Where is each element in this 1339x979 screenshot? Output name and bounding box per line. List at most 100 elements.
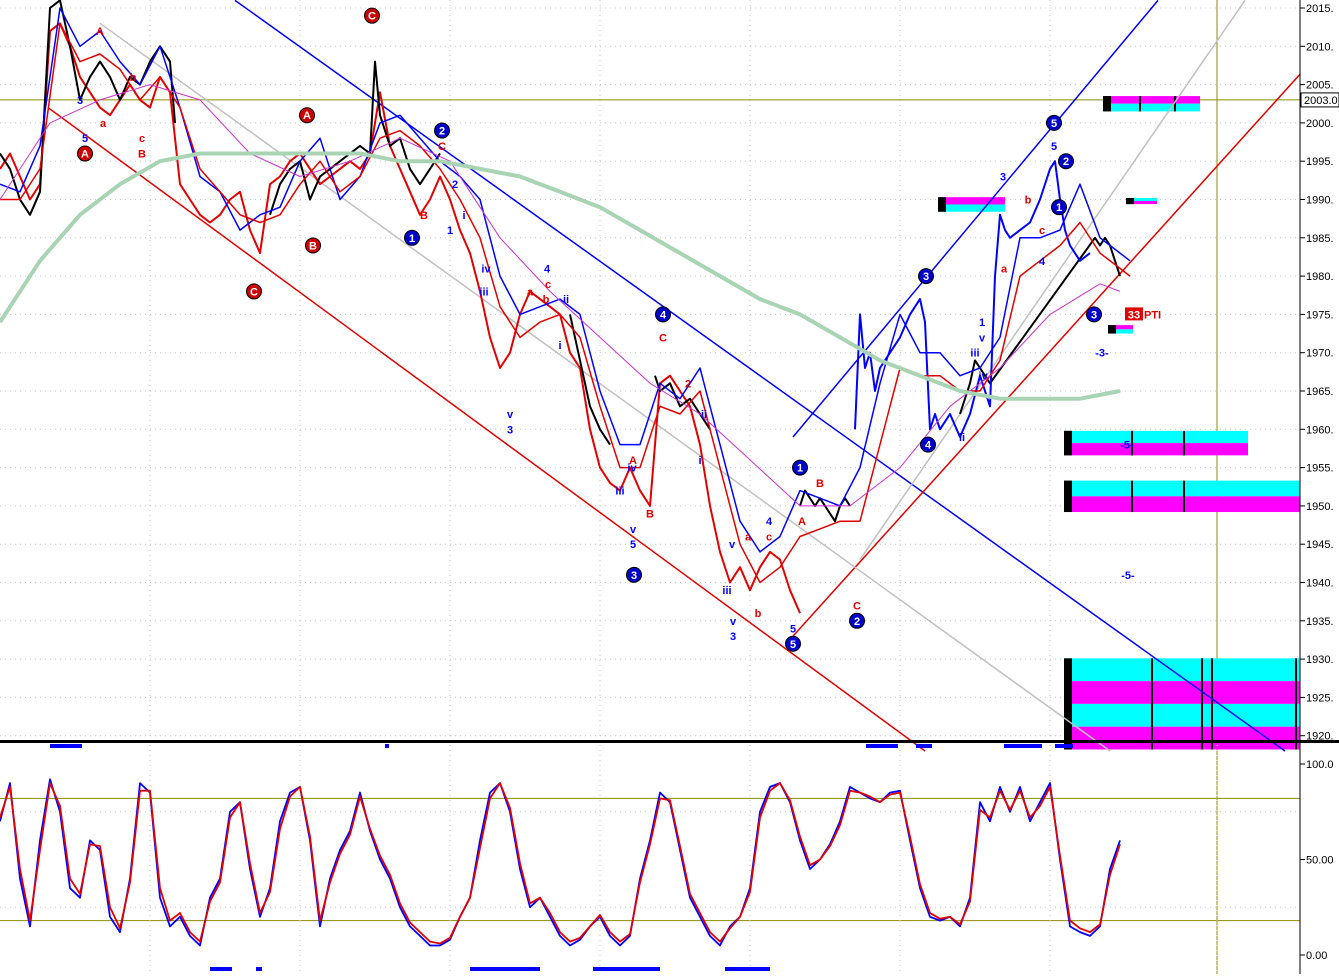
wave-label: iii — [479, 286, 488, 298]
wave-label: C — [250, 286, 258, 298]
target-zone-marker — [1108, 325, 1116, 334]
osc-tick-label: 0.00 — [1306, 950, 1327, 962]
wave-label: 5 — [82, 133, 88, 145]
current-price-label: 2003.0 — [1304, 95, 1338, 107]
wave-label: 3 — [631, 570, 637, 582]
wave-label: v — [507, 409, 514, 421]
wave-label: a — [100, 118, 107, 130]
wave-label: iii — [722, 585, 731, 597]
wave-label: 2 — [854, 616, 860, 628]
osc-time-marker — [256, 967, 262, 971]
target-zone-marker — [1126, 197, 1134, 205]
panel-separator — [0, 740, 1339, 743]
price-tick-label: 1930. — [1306, 654, 1334, 666]
wave-label: 1 — [1056, 202, 1062, 214]
price-tick-label: 1940. — [1306, 578, 1334, 590]
target-zone-band[interactable] — [1064, 703, 1300, 727]
osc-tick-label: 50.00 — [1306, 855, 1334, 867]
wave-label: 3 — [507, 424, 513, 436]
wave-label: v — [979, 332, 986, 344]
wave-label: 2 — [1063, 156, 1069, 168]
price-tick-label: 1945. — [1306, 539, 1334, 551]
wave-label: C — [853, 600, 861, 612]
wave-label: A — [81, 149, 89, 161]
wave-label: a — [527, 286, 534, 298]
price-tick-label: 2005. — [1306, 80, 1334, 92]
price-tick-label: 1925. — [1306, 692, 1334, 704]
target-zone-band[interactable] — [1064, 430, 1248, 444]
target-zone-band[interactable] — [1103, 103, 1200, 112]
elliott-wave-chart[interactable]: AbacB35AABCC2C2B i11iv 4iii acb iiiv34C2iiiA… — [0, 0, 1339, 974]
wave-label: c — [1039, 225, 1045, 237]
wave-label: 5 — [1051, 141, 1057, 153]
wave-label: v — [730, 616, 737, 628]
time-marker — [866, 744, 898, 748]
target-zone-band[interactable] — [1064, 681, 1300, 704]
price-tick-label: 1975. — [1306, 309, 1334, 321]
wave-label: B — [420, 210, 428, 222]
wave-label: 5 — [630, 539, 636, 551]
wave-label: B — [309, 240, 317, 252]
wave-label: -5- — [1121, 570, 1135, 582]
wave-label: A — [96, 26, 104, 38]
wave-label: 1 — [797, 463, 803, 475]
osc-time-marker — [470, 967, 540, 971]
wave-label: 3 — [77, 95, 83, 107]
target-zone-band[interactable] — [1064, 726, 1300, 750]
time-marker — [1055, 744, 1073, 748]
wave-label: b — [543, 294, 550, 306]
wave-label: 4 — [925, 440, 932, 452]
osc-tick-label: 100.0 — [1306, 759, 1334, 771]
wave-label: c — [545, 279, 551, 291]
target-zone-band[interactable] — [1064, 480, 1300, 497]
wave-label: a — [745, 532, 752, 544]
price-tick-label: 1965. — [1306, 386, 1334, 398]
target-zone-band[interactable] — [1064, 443, 1248, 456]
wave-label: iii — [970, 348, 979, 360]
wave-label: 4 — [660, 309, 667, 321]
price-tick-label: 1985. — [1306, 233, 1334, 245]
wave-label: iv — [481, 263, 491, 275]
wave-label: 4 — [766, 516, 773, 528]
wave-label: C — [368, 11, 376, 23]
osc-time-marker — [593, 967, 660, 971]
wave-label: 5 — [790, 623, 796, 635]
price-tick-label: 1995. — [1306, 156, 1334, 168]
wave-label: 2 — [439, 126, 445, 138]
wave-label: B — [646, 509, 654, 521]
pti-number: 33 — [1128, 309, 1140, 321]
wave-label: b — [1025, 195, 1032, 207]
wave-label: ii — [701, 409, 707, 421]
wave-label: -5- — [1120, 440, 1134, 452]
target-zone-band[interactable] — [1064, 496, 1300, 513]
wave-label: iii — [615, 486, 624, 498]
target-zone-marker — [1103, 96, 1111, 112]
price-tick-label: 2010. — [1306, 41, 1334, 53]
wave-label: b — [130, 72, 137, 84]
chart-window: Ab a c B 3 5 A A B C C 2 C 2 Bi 1 1 iv 4 iii a c b ii i v 3 4 C 2 ii i A… — [0, 0, 1339, 974]
target-zone-marker — [1064, 658, 1072, 750]
wave-label: A — [798, 516, 806, 528]
wave-label: ii — [563, 294, 569, 306]
wave-label: i — [462, 210, 465, 222]
price-tick-label: 1980. — [1306, 271, 1334, 283]
wave-label: 1 — [979, 317, 985, 329]
price-panel[interactable]: AbacB35AABCC2C2B i11iv 4iii acb iiiv34C2iiiA… — [0, 0, 1339, 974]
wave-label: v — [630, 524, 637, 536]
time-marker — [385, 744, 389, 748]
wave-label: 3 — [1000, 172, 1006, 184]
price-tick-label: 2015. — [1306, 3, 1334, 15]
wave-label: iv — [978, 371, 988, 383]
target-zone-band[interactable] — [938, 204, 1005, 212]
wave-label: ii — [959, 432, 965, 444]
target-zone-band[interactable] — [1103, 96, 1200, 104]
osc-time-marker — [725, 967, 770, 971]
target-zone-marker — [938, 197, 946, 212]
wave-label: A — [303, 110, 311, 122]
wave-label: C — [438, 141, 446, 153]
target-zone-band[interactable] — [938, 197, 1005, 205]
wave-label: 4 — [544, 263, 551, 275]
wave-label: B — [138, 149, 146, 161]
pti-text: PTI — [1144, 309, 1161, 321]
wave-label: 4 — [1039, 256, 1046, 268]
